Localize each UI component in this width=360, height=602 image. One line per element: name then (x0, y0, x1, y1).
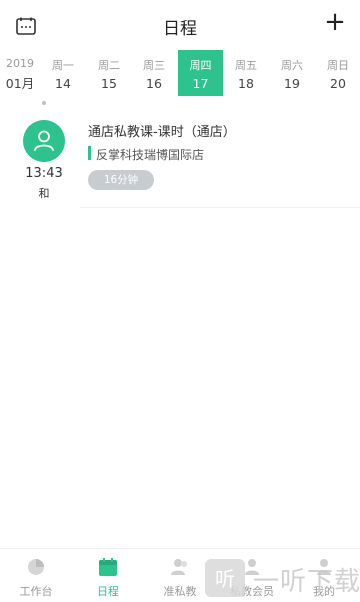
year-label: 2019 (6, 57, 34, 70)
schedule-event[interactable]: 13:43 和 通店私教课-课时（通店） 反掌科技瑞博国际店 16分钟 (0, 112, 360, 212)
week-strip: 2019 01月 周一 14 周二 15 周三 16 周四 17 周五 18 周… (0, 50, 360, 96)
date-label: 15 (101, 76, 117, 91)
people-icon (171, 559, 187, 575)
duration-badge: 16分钟 (88, 170, 154, 190)
event-card[interactable]: 通店私教课-课时（通店） 反掌科技瑞博国际店 16分钟 (80, 112, 360, 208)
event-coach: 和 (38, 187, 50, 200)
watermark-text: 一听下载 (253, 567, 360, 597)
date-label: 20 (330, 76, 346, 91)
watermark: 听 一听下载 (205, 555, 360, 600)
svg-text:听: 听 (215, 567, 235, 591)
event-location: 反掌科技瑞博国际店 (96, 148, 205, 162)
month-selector[interactable]: 2019 01月 (0, 54, 40, 96)
weekday-label: 周二 (98, 59, 120, 72)
tab-workbench[interactable]: 工作台 (0, 549, 72, 602)
weekday-label: 周四 (189, 59, 212, 72)
event-title: 通店私教课-课时（通店） (88, 125, 236, 140)
tab-schedule[interactable]: 日程 (72, 549, 144, 602)
event-time: 13:43 (25, 166, 63, 181)
date-label: 14 (55, 76, 71, 91)
calendar-icon (99, 558, 117, 576)
date-label: 18 (238, 76, 254, 91)
date-label: 19 (284, 76, 300, 91)
person-icon (23, 120, 65, 162)
day-cell[interactable]: 周一 14 (43, 54, 83, 96)
date-label: 17 (192, 76, 209, 91)
day-cell[interactable]: 周日 20 (318, 54, 358, 96)
weekday-label: 周六 (281, 59, 303, 72)
day-cell[interactable]: 周六 19 (272, 54, 312, 96)
day-cell[interactable]: 周三 16 (134, 54, 174, 96)
day-cell[interactable]: 周二 15 (89, 54, 129, 96)
day-cell-selected[interactable]: 周四 17 (178, 50, 223, 96)
weekday-label: 周三 (143, 59, 165, 72)
page-title: 日程 (163, 19, 197, 39)
plus-icon[interactable]: + (324, 9, 346, 35)
tab-label: 工作台 (19, 585, 53, 598)
top-bar: 日程 + (0, 0, 360, 48)
weekday-label: 周一 (52, 59, 74, 72)
weekday-label: 周五 (235, 59, 257, 72)
weekday-label: 周日 (327, 59, 349, 72)
tab-label: 日程 (97, 585, 119, 598)
timeline-dot (42, 101, 46, 105)
date-label: 16 (146, 76, 162, 91)
watermark-logo: 听 (205, 559, 245, 597)
pie-chart-icon (28, 559, 44, 575)
day-cell[interactable]: 周五 18 (226, 54, 266, 96)
month-label: 01月 (5, 76, 35, 91)
